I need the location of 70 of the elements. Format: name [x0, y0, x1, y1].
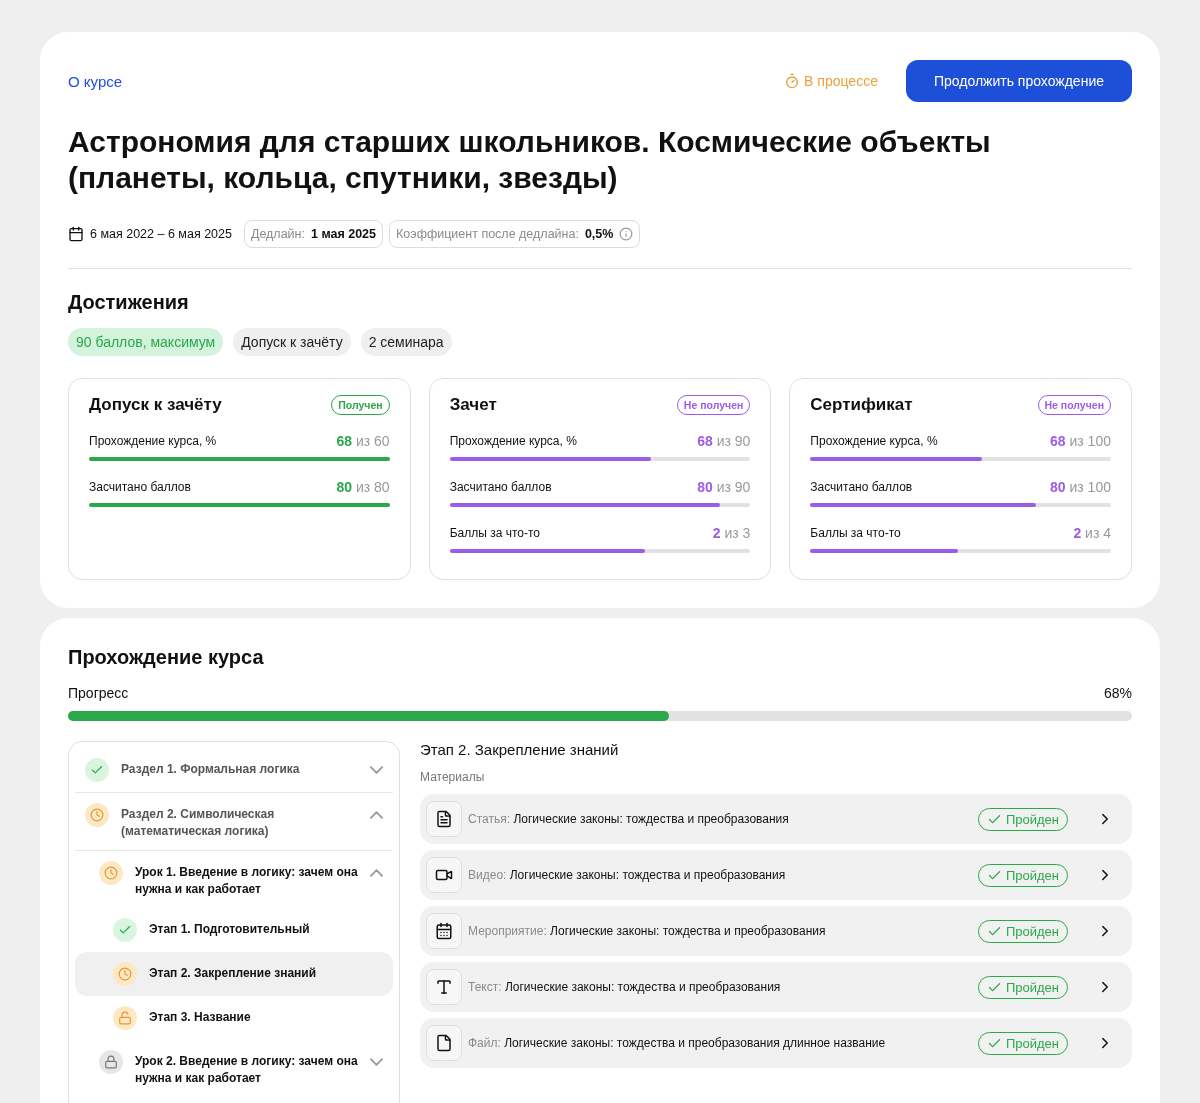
metric-label: Засчитано баллов [449, 480, 553, 494]
section-title: Прохождение курса [68, 646, 265, 669]
check-icon [113, 918, 137, 942]
achievement-tag: 2 семинара [360, 328, 452, 356]
chevron-down-icon [370, 1058, 383, 1066]
tree-item[interactable]: Этап 1. Подготовительный [75, 908, 393, 952]
info-icon[interactable] [619, 227, 634, 241]
metric-label: Засчитано баллов [810, 480, 914, 494]
tree-item[interactable]: Раздел 2. Символическая (математическая логика) [75, 793, 393, 851]
tree-item[interactable]: Этап 3. Название [75, 996, 393, 1040]
tree-item[interactable]: Раздел 1. Формальная логика [75, 748, 393, 793]
material-title: Файл: Логические законы: тождества и преобразования длинное название [468, 1036, 887, 1050]
material-row[interactable]: Текст: Логические законы: тождества и преобразования Пройден [420, 962, 1132, 1012]
chevron-down-icon [370, 766, 383, 774]
metric-value: 2 из 3 [712, 525, 751, 541]
material-row[interactable]: Видео: Логические законы: тождества и преобразования Пройден [420, 850, 1132, 900]
course-title: Астрономия для старших школьников. Космические объекты (планеты, кольца, спутники, звезды) [68, 124, 992, 196]
card-title: Зачет [449, 395, 498, 415]
card-title: Сертификат [810, 395, 914, 415]
material-row[interactable]: Файл: Логические законы: тождества и преобразования длинное название Пройден [420, 1018, 1132, 1068]
check-icon [85, 758, 109, 782]
metric-value: 68 из 90 [697, 433, 751, 449]
calendar-icon [435, 922, 453, 940]
progress-label: Прогресс [68, 685, 129, 701]
lock-icon [99, 1050, 123, 1074]
materials-label: Материалы [420, 770, 486, 784]
metric-label: Баллы за что-то [449, 526, 541, 540]
metric-value: 2 из 4 [1073, 525, 1111, 541]
tree-item[interactable]: Этап 2. Закрепление знаний [75, 952, 393, 996]
achievement-tag: Допуск к зачёту [233, 328, 351, 356]
metric-value: 80 из 80 [336, 479, 390, 495]
clock-icon [99, 861, 123, 885]
tree-item[interactable]: Урок 1. Введение в логику: зачем она нужна и как работает [75, 851, 393, 908]
chevron-up-icon [370, 811, 383, 819]
material-title: Статья: Логические законы: тождества и преобразования [468, 812, 790, 826]
material-title: Мероприятие: Логические законы: тождества и преобразования [468, 924, 827, 938]
about-link[interactable]: О курсе [68, 72, 785, 90]
unlock-icon [113, 1006, 137, 1030]
metric-value: 68 из 60 [336, 433, 390, 449]
stage-title: Этап 2. Закрепление знаний [420, 741, 620, 758]
calendar-icon [68, 226, 84, 242]
material-title: Видео: Логические законы: тождества и преобразования [468, 868, 787, 882]
metric-label: Прохождение курса, % [89, 434, 218, 448]
clock-icon [85, 803, 109, 827]
metric-label: Засчитано баллов [89, 480, 192, 494]
metric-value: 80 из 90 [697, 479, 751, 495]
metric-label: Прохождение курса, % [449, 434, 578, 448]
clock-icon [113, 962, 137, 986]
section-title: Достижения [68, 291, 190, 314]
deadline-chip: Дедлайн: 1 мая 2025 [243, 220, 384, 248]
material-row[interactable]: Статья: Логические законы: тождества и преобразования Пройден [420, 794, 1132, 844]
timer-icon [784, 73, 801, 89]
achievement-tag: 90 баллов, максимум [68, 328, 224, 356]
coefficient-chip: Коэффициент после дедлайна: 0,5% [389, 220, 641, 248]
material-title: Текст: Логические законы: тождества и преобразования [468, 980, 782, 994]
text-icon [435, 978, 453, 996]
material-row[interactable]: Мероприятие: Логические законы: тождества и преобразования Пройден [420, 906, 1132, 956]
tree-item[interactable]: Урок 2. Введение в логику: зачем она нужна и как работает [75, 1040, 393, 1097]
course-dates: 6 мая 2022 – 6 мая 2025 [90, 227, 232, 241]
continue-button[interactable]: Продолжить прохождение [905, 60, 1132, 102]
metric-value: 68 из 100 [1050, 433, 1111, 449]
chevron-up-icon [370, 869, 383, 877]
progress-value: 68% [1103, 685, 1132, 701]
document-icon [435, 810, 453, 828]
card-title: Допуск к зачёту [89, 395, 223, 415]
metric-label: Прохождение курса, % [810, 434, 939, 448]
file-icon [435, 1034, 453, 1052]
status-text: В процессе [804, 73, 878, 89]
metric-value: 80 из 100 [1050, 479, 1111, 495]
metric-label: Баллы за что-то [810, 526, 902, 540]
